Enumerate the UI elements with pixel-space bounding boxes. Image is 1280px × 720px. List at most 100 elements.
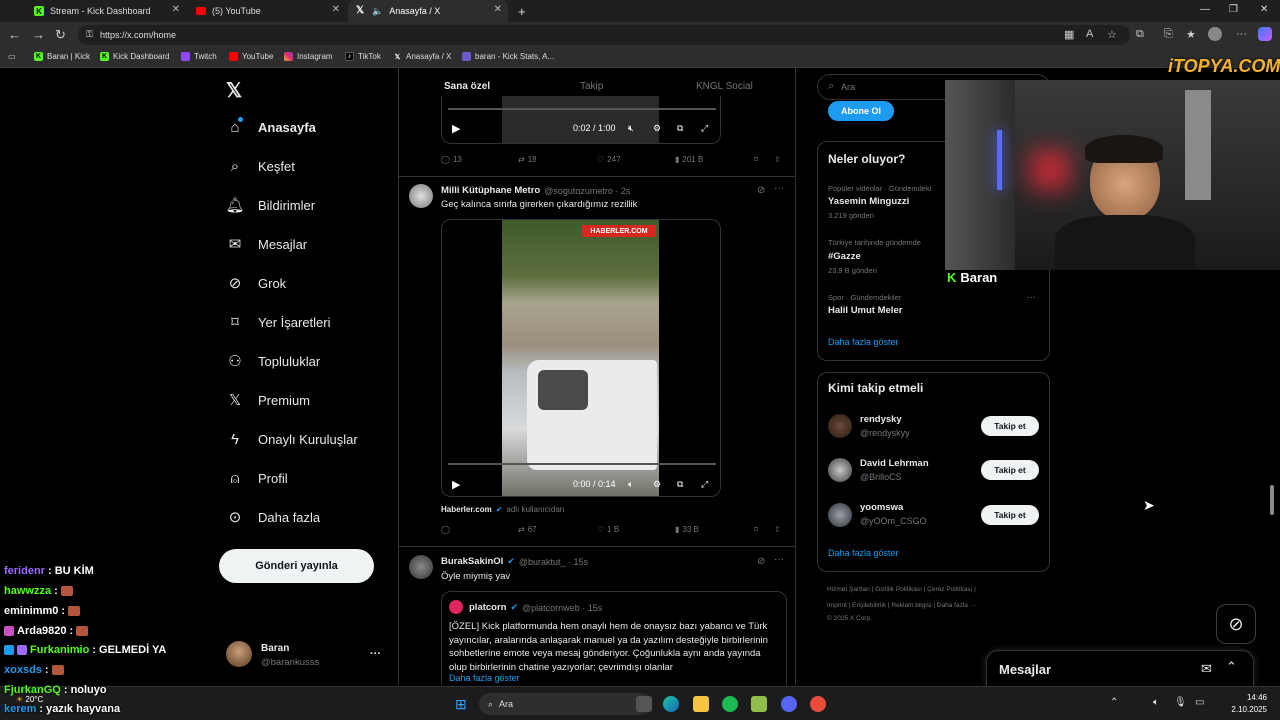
bookmark-tiktok[interactable]: ♪ TikTok [345,52,381,61]
reply-button[interactable]: ◯ 13 [441,155,462,164]
spotify-icon[interactable] [722,696,738,712]
expand-up-icon[interactable]: ⌃ [1226,659,1237,675]
task-view-icon[interactable] [636,696,652,712]
close-tab-icon[interactable]: ✕ [172,4,180,15]
video-player[interactable]: ▶ 0:02 / 1:00 🔇︎ ⚙ ⧉ ⤢ [441,96,721,144]
nav-communities[interactable]: ⚇ Topluluklar [226,352,320,370]
subscribe-button[interactable]: Abone Ol [828,101,894,121]
share-button[interactable]: ⇧ [774,155,781,164]
new-message-icon[interactable]: ✉ [1201,661,1212,677]
nav-profile[interactable]: ⍝ Profil [226,469,287,487]
follow-show-more[interactable]: Daha fazla göster [828,548,899,558]
tab-kick-dashboard[interactable]: K Stream - Kick Dashboard ✕ [26,0,186,22]
close-window-button[interactable]: ✕ [1260,4,1268,15]
grok-icon[interactable]: ⊘ [757,556,765,567]
bookmark-kick-stats[interactable]: baran - Kick Stats, A... [462,52,554,61]
grok-fab-icon[interactable]: ⊘ [1216,604,1256,644]
split-screen-icon[interactable]: ⎘ [1164,28,1173,41]
video-progress[interactable] [448,108,716,110]
app-icon[interactable] [751,696,767,712]
app-grid-icon[interactable]: ▦ [1064,28,1074,41]
copilot-icon[interactable] [1258,27,1272,41]
nav-messages[interactable]: ✉ Mesajlar [226,235,307,253]
account-handle[interactable]: @barankusss [261,657,319,668]
like-button[interactable]: ♡ 247 [597,155,621,164]
read-aloud-icon[interactable]: A [1086,28,1093,40]
trend-item[interactable]: Yasemin Minguzzi [828,196,909,207]
footer-links[interactable]: Hizmet Şartları | Gizlilik Politikası | … [827,586,976,593]
speaker-icon[interactable]: 🔈︎ [1153,697,1159,708]
account-menu-icon[interactable]: ··· [370,648,381,660]
bookmark-button[interactable]: ⌑ [754,525,758,534]
video-progress[interactable] [448,463,716,465]
nav-bookmarks[interactable]: ⌑ Yer İşaretleri [226,313,330,331]
reply-button[interactable]: ◯ [441,525,453,534]
fullscreen-icon[interactable]: ⤢ [701,479,708,490]
tab-x-home[interactable]: 𝕏 🔈 Anasayfa / X ✕ [348,0,508,22]
extensions-icon[interactable]: ⧉ [1136,28,1144,41]
forward-icon[interactable]: → [32,27,45,42]
close-tab-icon[interactable]: ✕ [332,4,340,15]
follow-button[interactable]: Takip et [981,460,1039,480]
profile-avatar[interactable] [1208,27,1222,41]
follow-button[interactable]: Takip et [981,505,1039,525]
avatar[interactable] [226,641,252,667]
close-tab-icon[interactable]: ✕ [494,4,502,15]
nav-notifications[interactable]: 🔔︎ Bildirimler [225,196,315,214]
clock-time[interactable]: 14:46 [1233,693,1267,702]
account-name[interactable]: Baran [261,643,289,654]
video-player[interactable]: HABERLER.COM ▶ 0:00 / 0:14 🔈︎ ⚙ ⧉ ⤢ [441,219,721,497]
bookmark-youtube[interactable]: YouTube [229,52,273,61]
volume-icon[interactable]: 🔈︎ [628,479,633,490]
pip-icon[interactable]: ⧉ [677,123,683,134]
more-icon[interactable]: ··· [774,183,784,194]
nav-verified-orgs[interactable]: ϟ Onaylı Kuruluşlar [226,430,358,448]
grok-icon[interactable]: ⊘ [757,185,765,196]
nav-more[interactable]: ⊙ Daha fazla [226,508,320,526]
volume-icon[interactable]: 🔇︎ [628,123,634,134]
source-name[interactable]: Haberler.com [441,505,492,514]
windows-start-icon[interactable]: ⊞ [455,696,467,713]
show-more-link[interactable]: Daha fazla göster [449,673,520,683]
follow-button[interactable]: Takip et [981,416,1039,436]
pip-icon[interactable]: ⧉ [677,479,683,490]
fullscreen-icon[interactable]: ⤢ [701,123,708,134]
favorite-star-icon[interactable]: ☆ [1107,28,1117,41]
edge-icon[interactable] [663,696,679,712]
nav-explore[interactable]: ⌕ Keşfet [226,157,295,175]
bookmark-kick-dashboard[interactable]: K Kick Dashboard [100,52,169,61]
settings-gear-icon[interactable]: ⚙ [653,123,661,134]
like-button[interactable]: ♡ 1 B [597,525,619,534]
author-name[interactable]: BurakSakinOl [441,556,503,567]
favorites-icon[interactable]: ★ [1186,28,1196,41]
nav-grok[interactable]: ⊘ Grok [226,274,286,292]
author-name[interactable]: Milli Kütüphane Metro [441,185,540,196]
scrollbar-thumb[interactable] [1270,485,1274,515]
obs-icon[interactable] [810,696,826,712]
more-icon[interactable]: ··· [1026,292,1036,303]
url-field[interactable]: ⚿ https://x.com/home [78,25,1130,45]
nav-premium[interactable]: 𝕏 Premium [226,391,310,409]
repost-button[interactable]: ⇄ 67 [518,525,537,534]
author-handle[interactable]: @sogutozumetro · 2s [544,186,630,196]
maximize-button[interactable]: ❐ [1229,4,1238,15]
taskbar-search[interactable]: ⌕ Ara [479,693,651,715]
quoted-post[interactable]: platcorn ✔ @platcornweb · 15s [ÖZEL] Kic… [441,591,787,685]
bookmark-x[interactable]: 𝕏 Anasayfa / X [393,52,452,61]
bookmarks-toggle-icon[interactable]: ▭ [8,52,16,61]
trend-item[interactable]: Halil Umut Meler [828,305,902,316]
reload-icon[interactable]: ↻ [55,27,66,43]
tray-chevron-icon[interactable]: ⌃ [1110,697,1118,708]
clock-date[interactable]: 2.10.2025 [1221,705,1267,714]
trends-show-more[interactable]: Daha fazla göster [828,337,899,347]
back-icon[interactable]: ← [8,27,21,42]
minimize-button[interactable]: — [1200,4,1210,15]
post-button[interactable]: Gönderi yayınla [219,549,374,583]
tab-kngl-social[interactable]: KNGL Social [696,81,753,92]
more-icon[interactable]: ··· [774,554,784,565]
repost-button[interactable]: ⇄ 18 [518,155,537,164]
x-logo-icon[interactable]: 𝕏 [226,78,242,103]
author-handle[interactable]: @buraktut_ · 15s [519,557,588,567]
bookmark-twitch[interactable]: Twitch [181,52,217,61]
bookmark-baran-kick[interactable]: K Baran | Kick [34,52,90,61]
